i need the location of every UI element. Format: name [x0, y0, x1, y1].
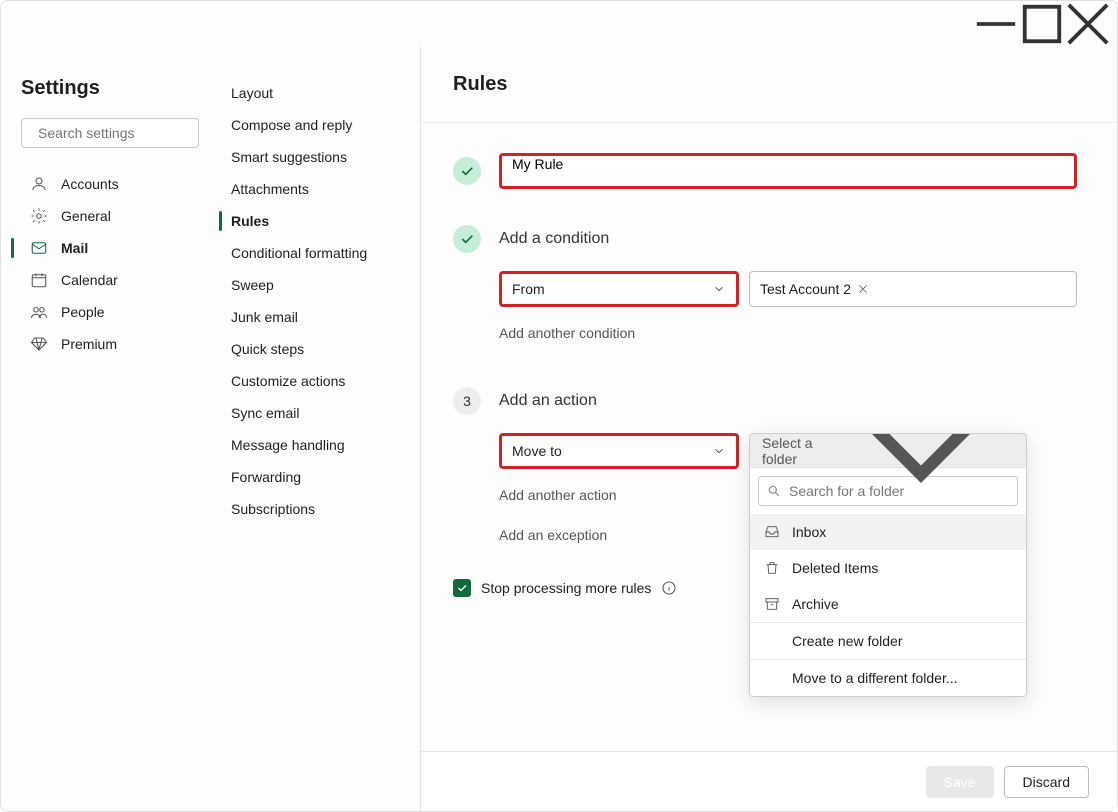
subnav-conditional-formatting[interactable]: Conditional formatting	[219, 237, 412, 269]
archive-icon	[764, 596, 780, 612]
nav-label: General	[61, 208, 111, 224]
person-icon	[29, 174, 49, 194]
folder-option-label: Move to a different folder...	[792, 670, 958, 686]
subnav-sweep[interactable]: Sweep	[219, 269, 412, 301]
window-titlebar	[1, 1, 1117, 47]
condition-type-value: From	[512, 281, 545, 297]
inbox-icon	[764, 524, 780, 540]
rule-name-input[interactable]	[512, 156, 1064, 172]
trash-icon	[764, 560, 780, 576]
search-icon	[767, 484, 781, 498]
subnav-forwarding[interactable]: Forwarding	[219, 461, 412, 493]
step1-badge	[453, 157, 481, 185]
check-icon	[459, 163, 475, 179]
folder-select-placeholder: Select a folder	[762, 435, 828, 467]
page-title: Rules	[453, 73, 1077, 96]
settings-title: Settings	[21, 77, 199, 100]
add-condition-link[interactable]: Add another condition	[499, 319, 1077, 347]
nav-premium[interactable]: Premium	[21, 328, 199, 360]
divider	[421, 122, 1117, 123]
subnav-smart-suggestions[interactable]: Smart suggestions	[219, 141, 412, 173]
subnav-subscriptions[interactable]: Subscriptions	[219, 493, 412, 525]
folder-search-input[interactable]	[789, 483, 1009, 499]
subnav-attachments[interactable]: Attachments	[219, 173, 412, 205]
subnav-sync-email[interactable]: Sync email	[219, 397, 412, 429]
folder-select-dropdown: Select a folder Inbox	[749, 433, 1027, 697]
mail-subnav: Layout Compose and reply Smart suggestio…	[211, 47, 421, 811]
subnav-compose[interactable]: Compose and reply	[219, 109, 412, 141]
gear-icon	[29, 206, 49, 226]
mail-icon	[29, 238, 49, 258]
dialog-footer: Save Discard	[421, 751, 1117, 811]
nav-label: Accounts	[61, 176, 119, 192]
stop-processing-label: Stop processing more rules	[481, 580, 651, 596]
main-panel: Rules Add a condition	[421, 47, 1117, 811]
remove-token-icon[interactable]	[857, 283, 869, 295]
nav-general[interactable]: General	[21, 200, 199, 232]
nav-label: People	[61, 304, 105, 320]
discard-button[interactable]: Discard	[1004, 766, 1089, 798]
settings-search[interactable]	[21, 118, 199, 148]
check-icon	[456, 582, 468, 594]
window-maximize-button[interactable]	[1019, 8, 1065, 40]
subnav-junk-email[interactable]: Junk email	[219, 301, 412, 333]
subnav-customize-actions[interactable]: Customize actions	[219, 365, 412, 397]
settings-sidebar: Settings Accounts General Mail Calendar …	[1, 47, 211, 811]
info-icon[interactable]	[661, 580, 677, 596]
nav-people[interactable]: People	[21, 296, 199, 328]
recipient-token: Test Account 2	[756, 279, 873, 299]
nav-label: Mail	[61, 240, 88, 256]
step2-badge	[453, 225, 481, 253]
stop-processing-checkbox[interactable]	[453, 579, 471, 597]
subnav-message-handling[interactable]: Message handling	[219, 429, 412, 461]
window-minimize-button[interactable]	[973, 8, 1019, 40]
folder-option-label: Inbox	[792, 524, 826, 540]
chevron-down-icon	[712, 282, 726, 296]
people-icon	[29, 302, 49, 322]
step2-heading: Add a condition	[499, 230, 609, 248]
subnav-quick-steps[interactable]: Quick steps	[219, 333, 412, 365]
nav-label: Premium	[61, 336, 117, 352]
folder-option-label: Archive	[792, 596, 839, 612]
condition-type-dropdown[interactable]: From	[499, 271, 739, 307]
chevron-down-icon	[712, 444, 726, 458]
folder-option-archive[interactable]: Archive	[750, 586, 1026, 622]
subnav-layout[interactable]: Layout	[219, 77, 412, 109]
folder-option-label: Deleted Items	[792, 560, 878, 576]
folder-option-label: Create new folder	[792, 633, 903, 649]
action-type-dropdown[interactable]: Move to	[499, 433, 739, 469]
check-icon	[459, 231, 475, 247]
action-type-value: Move to	[512, 443, 562, 459]
window-close-button[interactable]	[1065, 8, 1111, 40]
diamond-icon	[29, 334, 49, 354]
token-label: Test Account 2	[760, 281, 851, 297]
folder-select-trigger[interactable]: Select a folder	[750, 434, 1026, 468]
step3-heading: Add an action	[499, 392, 597, 410]
nav-calendar[interactable]: Calendar	[21, 264, 199, 296]
calendar-icon	[29, 270, 49, 290]
step3-badge: 3	[453, 387, 481, 415]
folder-option-move-different[interactable]: Move to a different folder...	[750, 660, 1026, 696]
nav-mail[interactable]: Mail	[21, 232, 199, 264]
save-button: Save	[926, 766, 994, 798]
condition-value-field[interactable]: Test Account 2	[749, 271, 1077, 307]
settings-search-input[interactable]	[38, 125, 219, 141]
nav-label: Calendar	[61, 272, 118, 288]
nav-accounts[interactable]: Accounts	[21, 168, 199, 200]
rule-name-field-wrapper	[499, 153, 1077, 189]
folder-option-create-new[interactable]: Create new folder	[750, 623, 1026, 659]
folder-option-deleted[interactable]: Deleted Items	[750, 550, 1026, 586]
subnav-rules[interactable]: Rules	[219, 205, 412, 237]
